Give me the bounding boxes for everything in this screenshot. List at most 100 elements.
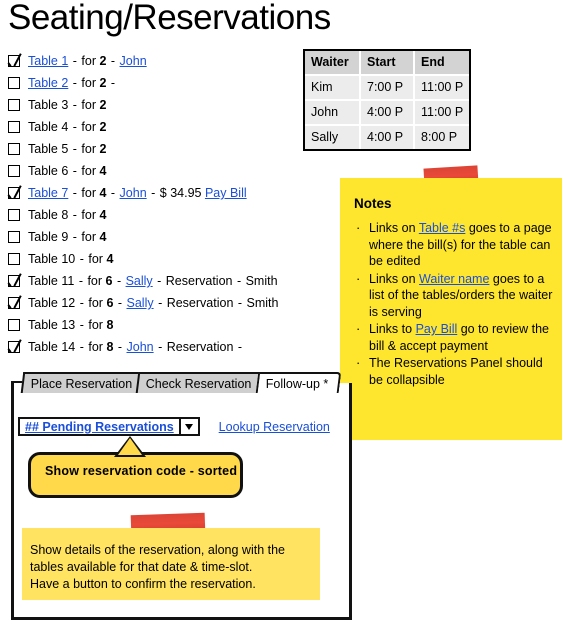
tab-follow-up[interactable]: Follow-up * (255, 372, 341, 393)
table-checkbox[interactable] (8, 253, 20, 265)
note-inline-link[interactable]: Waiter name (419, 272, 489, 286)
table-checkbox[interactable] (8, 231, 20, 243)
bullet-icon: · (356, 220, 361, 235)
waiter-link[interactable]: Sally (127, 296, 154, 310)
note-item: · The Reservations Panel should be collap… (356, 355, 556, 388)
table-label: Table 14 (28, 340, 76, 354)
seat-count: 2 (99, 142, 107, 156)
notes-sticky-note: Notes · Links on Table #s goes to a page … (340, 178, 562, 440)
table-checkbox[interactable] (8, 209, 20, 221)
separator-dash: - (76, 318, 88, 332)
for-label: for (81, 98, 100, 112)
pay-bill-link[interactable]: Pay Bill (205, 186, 247, 200)
for-label: for (88, 318, 107, 332)
lookup-reservation-link[interactable]: Lookup Reservation (219, 420, 330, 434)
table-row-text: Table 3 - for 2 (28, 98, 106, 112)
table-label: Table 9 (28, 230, 69, 244)
tab-check-reservation[interactable]: Check Reservation (136, 372, 265, 393)
pending-reservations-select-value: ## Pending Reservations (25, 419, 174, 434)
note-text-pre: Links on (369, 271, 420, 286)
table-label: Table 12 (28, 296, 76, 310)
for-label: for (81, 230, 100, 244)
waiter-schedule-grid: Waiter Start End Kim 7:00 P 11:00 P John 4:00 … (305, 51, 470, 149)
table-label: Table 3 (28, 98, 69, 112)
for-label: for (81, 186, 100, 200)
for-label: for (81, 54, 100, 68)
waiter-link[interactable]: John (120, 54, 147, 68)
separator-dash: - (69, 98, 81, 112)
waiter-schedule-row: Sally 4:00 P 8:00 P (305, 125, 470, 149)
table-checkbox[interactable] (8, 99, 20, 111)
chevron-down-icon[interactable] (180, 417, 200, 436)
table-row: Table 3 - for 2 (8, 94, 298, 116)
pending-reservations-select[interactable]: ## Pending Reservations (18, 417, 181, 436)
bullet-icon: · (356, 321, 361, 336)
table-link[interactable]: Table 1 (28, 54, 68, 68)
table-label: Table 13 (28, 318, 76, 332)
waiter-link[interactable]: John (127, 340, 154, 354)
waiter-schedule-body: Kim 7:00 P 11:00 P John 4:00 P 11:00 P Sally 4:… (305, 75, 470, 149)
table-checkbox[interactable] (8, 319, 20, 331)
table-checkbox[interactable] (8, 77, 20, 89)
waiter-schedule-cell: Sally (305, 125, 361, 149)
separator-dash: - (114, 296, 126, 310)
seat-count: 4 (99, 230, 107, 244)
table-checkbox[interactable] (8, 341, 20, 353)
table-list: Table 1 - for 2 - John Table 2 - for 2 -T… (8, 50, 298, 358)
separator-dash: - (233, 274, 245, 288)
seat-count: 2 (99, 120, 107, 134)
table-label: Table 6 (28, 164, 69, 178)
table-checkbox[interactable] (8, 121, 20, 133)
table-label: Table 8 (28, 208, 69, 222)
waiter-link[interactable]: John (120, 186, 147, 200)
reservation-code-callout: Show reservation code - sorted (28, 452, 243, 498)
table-row-text: Table 7 - for 4 - John - $ 34.95 Pay Bil… (28, 186, 247, 200)
table-label: Table 10 (28, 252, 76, 266)
separator-dash: - (69, 164, 81, 178)
table-link[interactable]: Table 7 (28, 186, 68, 200)
waiter-schedule-cell: 8:00 P (414, 125, 470, 149)
bill-amount: $ 34.95 (159, 186, 205, 200)
waiter-schedule-head: Waiter Start End (305, 51, 470, 76)
note-text-pre: Links to (369, 322, 416, 336)
table-checkbox[interactable] (8, 143, 20, 155)
table-checkbox[interactable] (8, 275, 20, 287)
table-row: Table 13 - for 8 (8, 314, 298, 336)
table-row: Table 4 - for 2 (8, 116, 298, 138)
separator-dash: - (114, 340, 126, 354)
separator-dash: - (69, 76, 81, 90)
table-link[interactable]: Table 2 (28, 76, 68, 90)
note-text: Links on Waiter name goes to a list of t… (369, 271, 556, 321)
for-label: for (88, 340, 107, 354)
detail-note-line: Show details of the reservation, along w… (30, 543, 286, 557)
table-checkbox[interactable] (8, 187, 20, 199)
waiter-schedule-header-row: Waiter Start End (305, 51, 470, 76)
separator-dash: - (234, 296, 246, 310)
note-inline-link[interactable]: Pay Bill (416, 322, 458, 336)
separator-dash: - (76, 340, 88, 354)
reservation-name: Smith (245, 274, 278, 288)
table-row-text: Table 2 - for 2 - (28, 76, 116, 90)
waiter-schedule-header-cell: Waiter (305, 51, 361, 76)
table-row-text: Table 1 - for 2 - John (28, 54, 147, 68)
for-label: for (88, 252, 107, 266)
waiter-schedule-cell: 4:00 P (360, 100, 415, 126)
note-inline-link[interactable]: Table #s (419, 221, 466, 235)
detail-sticky-note: Show details of the reservation, along w… (22, 528, 320, 600)
table-row: Table 12 - for 6 - Sally - Reservation -… (8, 292, 298, 314)
table-checkbox[interactable] (8, 165, 20, 177)
table-checkbox[interactable] (8, 297, 20, 309)
table-checkbox[interactable] (8, 55, 20, 67)
waiter-schedule-cell: Kim (305, 75, 361, 101)
waiter-link[interactable]: Sally (126, 274, 153, 288)
table-row: Table 9 - for 4 (8, 226, 298, 248)
seat-count: 4 (99, 208, 107, 222)
separator-dash: - (69, 186, 81, 200)
separator-dash: - (69, 230, 81, 244)
table-label: Table 5 (28, 142, 69, 156)
tab-place-reservation[interactable]: Place Reservation (20, 372, 145, 393)
table-row-text: Table 9 - for 4 (28, 230, 106, 244)
separator-dash: - (75, 274, 87, 288)
separator-dash: - (153, 274, 165, 288)
separator-dash: - (234, 340, 243, 354)
